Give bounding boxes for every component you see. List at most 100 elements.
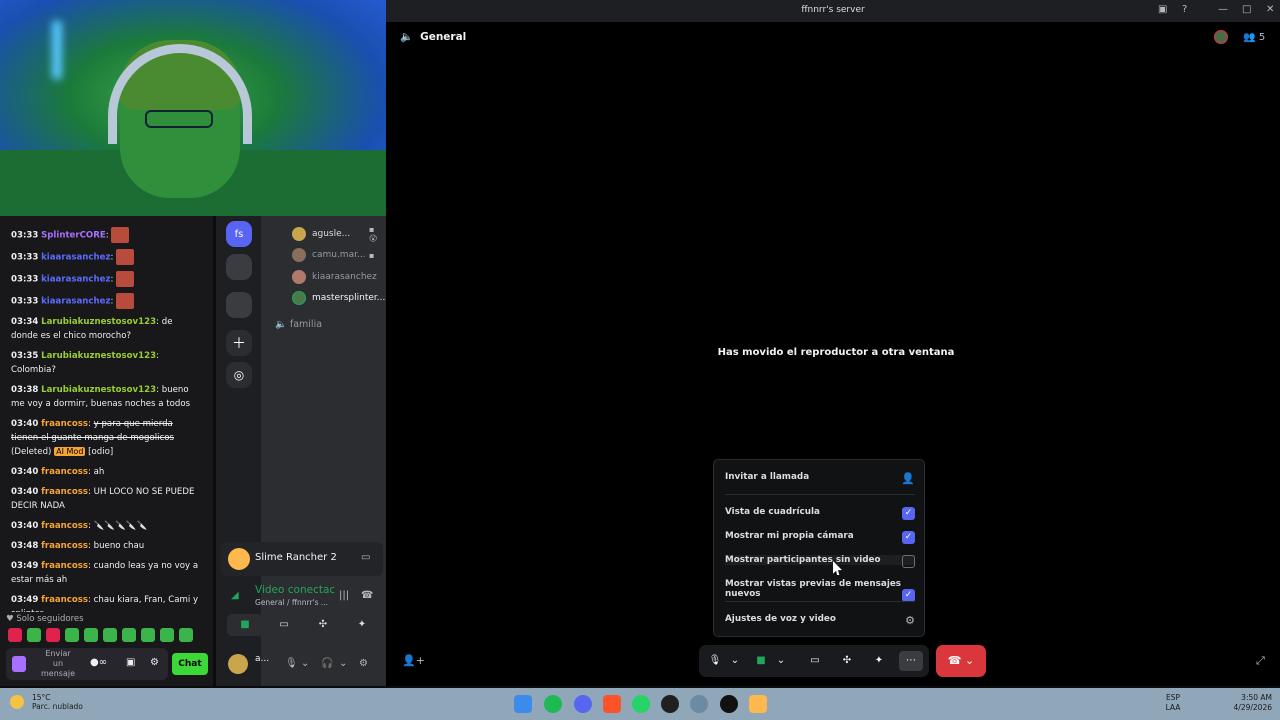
chevron-down-icon[interactable]: ⌄: [301, 658, 309, 669]
gear-icon[interactable]: ⚙: [150, 657, 159, 668]
whatsapp-icon[interactable]: [632, 695, 650, 713]
menu-item-message-previews[interactable]: Mostrar vistas previas de mensajes nuevo…: [725, 579, 915, 602]
activity-card[interactable]: Slime Rancher 2 ▭: [221, 542, 383, 576]
emote-icon[interactable]: [27, 628, 41, 642]
brave-icon[interactable]: [603, 695, 621, 713]
screen-share-button[interactable]: ▭: [803, 651, 827, 671]
chat-username[interactable]: fraancoss: [41, 467, 88, 477]
camera-button[interactable]: ■: [227, 614, 263, 636]
voice-user[interactable]: mastersplinter...: [292, 291, 385, 305]
disconnect-icon[interactable]: ☎: [361, 590, 373, 601]
gift-icon[interactable]: ▣: [126, 657, 135, 668]
chat-username[interactable]: kiaarasanchez: [41, 297, 110, 307]
emote-bar[interactable]: [8, 628, 193, 642]
time: 3:50 AM: [1241, 693, 1272, 702]
emote-icon[interactable]: [141, 628, 155, 642]
app-icon[interactable]: [690, 695, 708, 713]
chat-username[interactable]: kiaarasanchez: [41, 275, 110, 285]
gear-icon: ⚙: [905, 614, 915, 627]
inbox-icon[interactable]: ▣: [1158, 4, 1167, 15]
obs-icon[interactable]: [661, 695, 679, 713]
chat-username[interactable]: Larubiakuznestosov123: [41, 351, 156, 361]
chat-username[interactable]: fraancoss: [41, 521, 88, 531]
bits-icon[interactable]: ●∞: [90, 657, 107, 668]
soundboard-button[interactable]: ✦: [344, 614, 380, 636]
chevron-down-icon[interactable]: ⌄: [723, 651, 747, 671]
more-options-button[interactable]: ⋯: [899, 651, 923, 671]
voice-user[interactable]: agusle... ▪😮: [292, 225, 377, 243]
members-icon[interactable]: 👥: [1243, 32, 1255, 43]
headphones-icon[interactable]: 🎧: [321, 658, 333, 669]
screen-share-icon[interactable]: ▭: [361, 552, 370, 563]
signal-icon[interactable]: ◢: [231, 590, 239, 601]
activities-button[interactable]: ✣: [305, 614, 341, 636]
chat-username[interactable]: Larubiakuznestosov123: [41, 385, 156, 395]
activities-button[interactable]: ✣: [835, 651, 859, 671]
expand-icon[interactable]: ⤢: [1256, 654, 1265, 668]
chevron-down-icon[interactable]: ⌄: [339, 658, 347, 669]
explore-icon[interactable]: ◎: [226, 362, 252, 388]
avatar: [292, 227, 306, 241]
chat-username[interactable]: fraancoss: [41, 419, 88, 429]
emote-icon[interactable]: [103, 628, 117, 642]
chevron-down-icon[interactable]: ⌄: [769, 651, 793, 671]
menu-item-label: Mostrar vistas previas de mensajes nuevo…: [725, 579, 902, 599]
temperature: 15°C: [32, 693, 51, 702]
game-icon[interactable]: [749, 695, 767, 713]
menu-item-own-camera[interactable]: Mostrar mi propia cámara ✓: [725, 531, 915, 544]
chat-send-button[interactable]: Chat: [172, 653, 208, 675]
emote-icon[interactable]: [122, 628, 136, 642]
server-icon-fs[interactable]: fs: [226, 221, 252, 247]
voice-user[interactable]: kiaarasanchez: [292, 270, 377, 284]
server-folder-icon[interactable]: [226, 254, 252, 280]
chat-username[interactable]: fraancoss: [41, 541, 88, 551]
chat-username[interactable]: fraancoss: [41, 561, 88, 571]
gear-icon[interactable]: ⚙: [359, 658, 368, 669]
noise-suppression-icon[interactable]: |||: [339, 590, 349, 601]
minimize-icon[interactable]: —: [1218, 4, 1228, 15]
avatar[interactable]: [1214, 30, 1228, 44]
menu-item-invite[interactable]: Invitar a llamada 👤: [725, 472, 915, 485]
screen-share-button[interactable]: ▭: [266, 614, 302, 636]
add-user-icon[interactable]: 👤+: [402, 654, 425, 667]
emote-icon[interactable]: [160, 628, 174, 642]
chat-username[interactable]: kiaarasanchez: [41, 253, 110, 263]
menu-item-no-video[interactable]: Mostrar participantes sin video: [725, 555, 915, 568]
voice-user[interactable]: camu.mar... ▪: [292, 248, 374, 262]
menu-item-grid-view[interactable]: Vista de cuadrícula ✓: [725, 507, 915, 520]
add-server-icon[interactable]: ＋: [226, 330, 252, 356]
chrome-icon[interactable]: [720, 695, 738, 713]
soundboard-button[interactable]: ✦: [867, 651, 891, 671]
discord-icon[interactable]: [574, 695, 592, 713]
disconnect-button[interactable]: ☎ ⌄: [936, 645, 986, 677]
voice-channel-familia[interactable]: 🔈 familia: [275, 319, 322, 330]
chat-username[interactable]: fraancoss: [41, 595, 88, 605]
start-icon[interactable]: [514, 695, 532, 713]
chat-input[interactable]: Enviar un mensaje ●∞ ▣ ⚙: [6, 648, 168, 680]
menu-item-label: Mostrar participantes sin video: [725, 555, 881, 565]
checkbox[interactable]: ✓: [902, 507, 915, 520]
chat-timestamp: 03:38: [11, 385, 39, 395]
emote-icon[interactable]: [8, 628, 22, 642]
emote-icon[interactable]: [65, 628, 79, 642]
help-icon[interactable]: ?: [1182, 4, 1187, 15]
mic-icon[interactable]: 🎙: [285, 658, 298, 669]
server-folder-icon-2[interactable]: [226, 292, 252, 318]
emote-icon[interactable]: [179, 628, 193, 642]
menu-item-voice-settings[interactable]: Ajustes de voz y video ⚙: [725, 614, 915, 627]
maximize-icon[interactable]: □: [1242, 4, 1251, 15]
chat-username[interactable]: Larubiakuznestosov123: [41, 317, 156, 327]
chat-username[interactable]: SplinterCORE: [41, 231, 106, 241]
clock[interactable]: 3:50 AM 4/29/2026: [1224, 693, 1272, 713]
language-indicator[interactable]: ESP LAA: [1162, 693, 1184, 713]
spotify-icon[interactable]: [544, 695, 562, 713]
emote-icon: [111, 227, 130, 243]
close-icon[interactable]: ✕: [1266, 4, 1274, 15]
mic-icon[interactable]: [12, 656, 26, 672]
emote-icon[interactable]: [84, 628, 98, 642]
avatar[interactable]: [228, 654, 248, 674]
chat-username[interactable]: fraancoss: [41, 487, 88, 497]
checkbox[interactable]: [902, 555, 915, 568]
emote-icon[interactable]: [46, 628, 60, 642]
checkbox[interactable]: ✓: [902, 531, 915, 544]
